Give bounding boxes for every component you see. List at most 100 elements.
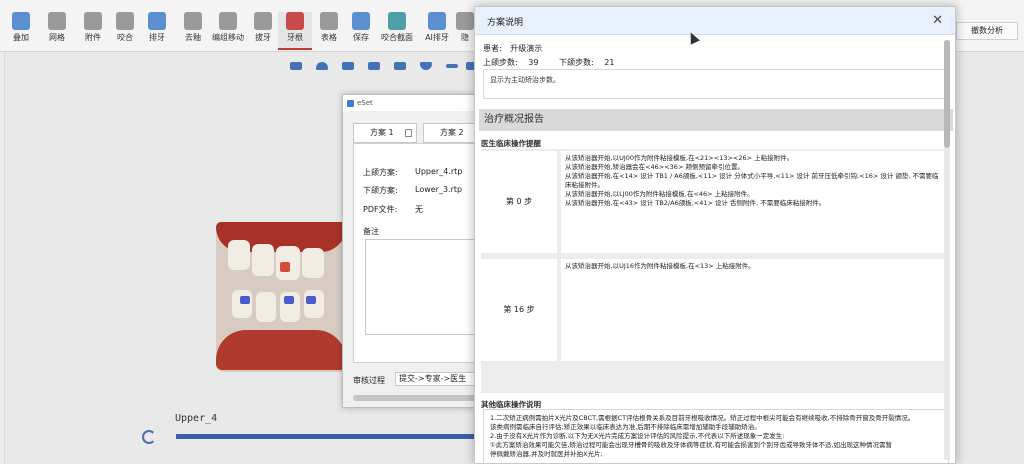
instruction-line: 从该矫治器开始,在<43> 设计 TB2/A6颌板,<41> 设计 舌侧附件, … [565, 199, 826, 207]
analysis-tab[interactable]: 撤数分析 [956, 22, 1018, 40]
lower-steps-value: 21 [604, 58, 615, 67]
close-icon[interactable]: ✕ [932, 13, 943, 28]
shape-2-icon[interactable] [316, 62, 328, 70]
tooth [228, 240, 250, 270]
occlusion-section-label: 咬合截面 [381, 33, 413, 42]
report-title: 治疗概况报告 [479, 109, 953, 131]
occlusion-section-button[interactable]: 咬合截面 [378, 12, 416, 50]
lower-plan-row: 下颌方案: Lower_3.rtp [363, 185, 462, 196]
instruction-line: 从该矫治器开始,在<14> 设计 TB1 / A6颌板,<11> 设计 分体式小… [565, 172, 939, 189]
scrollbar-thumb[interactable] [944, 40, 950, 148]
pdf-row: PDF文件: 无 [363, 204, 423, 215]
ai-arrange-button[interactable]: AI排牙 [418, 12, 456, 50]
tooth [256, 292, 276, 322]
shape-5-icon[interactable] [394, 62, 406, 70]
attachment-marker [240, 296, 250, 304]
clinical-ops-header: 医生临床操作提醒 [481, 139, 541, 148]
tab-plan-2-label: 方案 2 [440, 128, 464, 137]
occlusion-button[interactable]: 咬合 [108, 12, 142, 50]
shape-3-icon[interactable] [342, 62, 354, 70]
occlusion-section-icon [388, 12, 406, 30]
notes-label: 备注 [363, 227, 379, 236]
tooth-root-icon [286, 12, 304, 30]
step-instructions: 从该矫治器开始,以UJ00作为附件粘接模板,在<21><13><26> 上粘接附… [561, 151, 949, 253]
group-move-icon [219, 12, 237, 30]
notes-textarea[interactable] [365, 239, 481, 335]
tooth [232, 290, 252, 318]
other-ops-textbox[interactable]: 1.二次矫正病例需拍片X光片及CBCT,需根据CT评估根骨关系及目前牙根吸收情况… [483, 409, 949, 463]
other-line: 1.二次矫正病例需拍片X光片及CBCT,需根据CT评估根骨关系及目前牙根吸收情况… [490, 414, 915, 422]
attachment-marker [280, 262, 290, 272]
ipr-icon [184, 12, 202, 30]
eset-window-title: eSet [357, 99, 373, 107]
upper-steps-value: 39 [528, 58, 539, 67]
step-cell: 第 16 步 [481, 259, 557, 361]
grid-button[interactable]: 网格 [40, 12, 74, 50]
extraction-icon [254, 12, 272, 30]
save-icon [352, 12, 370, 30]
occlusion-label: 咬合 [117, 33, 133, 42]
grid-icon [48, 12, 66, 30]
lower-steps-label: 下颌步数: [559, 58, 594, 67]
tab-plan-2[interactable]: 方案 2 [423, 123, 479, 143]
attachment-button[interactable]: 附件 [76, 12, 110, 50]
upper-steps-label: 上颌步数: [483, 58, 518, 67]
other-line: 2.由于没有X光片作为诊断,以下为无X光片完成方案设计评估的风险提示,不代表以下… [490, 432, 785, 440]
step-cell: 第 0 步 [481, 151, 557, 253]
upper-steps-row: 上颌步数: 39 [483, 57, 538, 68]
review-process-row: 审核过程 提交->专家->医生 [353, 372, 495, 386]
eset-app-icon [347, 100, 354, 107]
overlay-button[interactable]: 叠加 [4, 12, 38, 50]
dialog-scrollbar[interactable] [944, 40, 950, 460]
lower-plan-label: 下颌方案: [363, 186, 398, 195]
arrange-teeth-label: 排牙 [149, 33, 165, 42]
save-label: 保存 [353, 33, 369, 42]
plan-description-dialog: 方案说明 ✕ 患者: 升级演示 上颌步数: 39 下颌步数: 21 显示为主动矫… [474, 6, 956, 464]
lower-steps-row: 下颌步数: 21 [559, 57, 614, 68]
tab-plan-1[interactable]: 方案 1 [353, 123, 417, 143]
extraction-button[interactable]: 拔牙 [246, 12, 280, 50]
table-icon [320, 12, 338, 30]
upper-plan-value: Upper_4.rtp [415, 167, 463, 176]
patient-name: 升级演示 [510, 44, 543, 53]
arch-label: Upper_4 [175, 413, 218, 424]
tooth [302, 248, 324, 278]
tooth-root-label: 牙根 [287, 33, 303, 42]
attachment-marker [306, 296, 316, 304]
group-move-button[interactable]: 编组移动 [210, 12, 246, 50]
attachment-icon [84, 12, 102, 30]
hide-icon [456, 12, 474, 30]
tooth [304, 290, 324, 318]
save-button[interactable]: 保存 [344, 12, 378, 50]
ipr-label: 去釉 [185, 33, 201, 42]
other-line: 该类病例需临床自行评估;矫正效果以临床表达为准,后期不排除临床需增加辅助手段辅助… [490, 423, 761, 431]
shape-4-icon[interactable] [368, 62, 380, 70]
tooth-root-button[interactable]: 牙根 [278, 12, 312, 50]
shape-7-icon[interactable] [446, 64, 458, 68]
step-instructions: 从该矫治器开始,以UJ16作为附件粘接模板,在<13> 上粘接附件。 [561, 259, 949, 361]
ipr-button[interactable]: 去釉 [176, 12, 210, 50]
horizontal-scrollbar[interactable] [353, 395, 483, 401]
hide-button[interactable]: 隐 [456, 12, 474, 50]
instruction-line: 从该矫治器开始,以UJ16作为附件粘接模板,在<13> 上粘接附件。 [565, 262, 755, 270]
table-label: 表格 [321, 33, 337, 42]
shape-1-icon[interactable] [290, 62, 302, 70]
patient-row: 患者: 升级演示 [483, 43, 542, 54]
ai-arrange-label: AI排牙 [425, 33, 449, 42]
eset-dialog: eSet 方案 1 方案 2 上颌方案: Upper_4.rtp 下颌方案: L… [342, 94, 495, 408]
download-icon[interactable] [405, 129, 412, 137]
upper-plan-row: 上颌方案: Upper_4.rtp [363, 167, 462, 178]
table-button[interactable]: 表格 [312, 12, 346, 50]
reset-view-icon[interactable] [142, 430, 156, 444]
dialog-title: 方案说明 [487, 18, 524, 28]
dialog-header[interactable]: 方案说明 ✕ [475, 7, 955, 35]
instruction-line: 从该矫治器开始,以LJ00作为附件粘接模板,在<46> 上粘接附件。 [565, 190, 754, 198]
arrange-teeth-button[interactable]: 排牙 [140, 12, 174, 50]
hide-label: 隐 [461, 33, 469, 42]
eset-titlebar[interactable]: eSet [343, 95, 475, 111]
occlusion-icon [116, 12, 134, 30]
group-move-label: 编组移动 [212, 33, 244, 42]
lower-plan-value: Lower_3.rtp [415, 185, 463, 194]
instruction-line: 从该矫治器开始,以UJ00作为附件粘接模板,在<21><13><26> 上粘接附… [565, 154, 794, 162]
step-timeline[interactable] [176, 434, 476, 439]
